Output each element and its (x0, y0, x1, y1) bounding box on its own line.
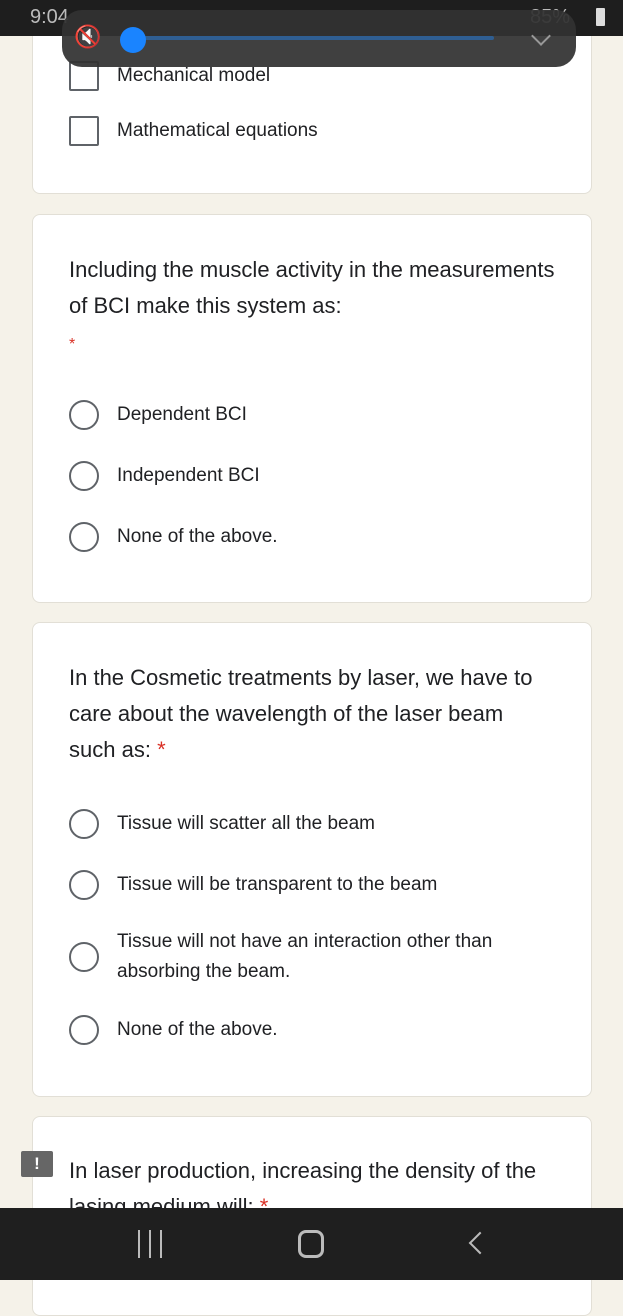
radio-option[interactable]: Tissue will scatter all the beam (69, 809, 375, 839)
radio-button[interactable] (69, 1015, 99, 1045)
radio-option[interactable]: Tissue will not have an interaction othe… (69, 927, 529, 987)
radio-button[interactable] (69, 809, 99, 839)
recent-apps-button[interactable] (138, 1230, 162, 1258)
option-label: Mathematical equations (117, 120, 318, 141)
radio-button[interactable] (69, 522, 99, 552)
option-label: Tissue will not have an interaction othe… (117, 931, 493, 982)
volume-slider-thumb[interactable] (120, 27, 146, 53)
question-title: Including the muscle activity in the mea… (69, 252, 559, 363)
option-label: None of the above. (117, 526, 278, 547)
question-text: In the Cosmetic treatments by laser, we … (69, 665, 533, 762)
volume-slider[interactable] (124, 36, 494, 40)
option-label: None of the above. (117, 1019, 278, 1040)
radio-option[interactable]: Tissue will be transparent to the beam (69, 870, 437, 900)
option-label: Tissue will scatter all the beam (117, 813, 376, 834)
question-text: Including the muscle activity in the mea… (69, 257, 555, 318)
navigation-bar (0, 1208, 623, 1280)
radio-button[interactable] (69, 942, 99, 972)
battery-icon (596, 8, 605, 26)
radio-button[interactable] (69, 870, 99, 900)
alert-icon: ! (21, 1151, 53, 1177)
radio-button[interactable] (69, 400, 99, 430)
question-title: In the Cosmetic treatments by laser, we … (69, 660, 544, 768)
option-label: Dependent BCI (117, 404, 247, 425)
back-button[interactable] (468, 1231, 492, 1255)
required-asterisk: * (157, 737, 166, 762)
checkbox[interactable] (69, 116, 99, 146)
option-label: Independent BCI (117, 465, 260, 486)
checkbox-option[interactable]: Mathematical equations (69, 116, 318, 146)
required-asterisk: * (69, 336, 76, 353)
radio-option[interactable]: None of the above. (69, 1015, 278, 1045)
radio-button[interactable] (69, 461, 99, 491)
radio-option[interactable]: Independent BCI (69, 461, 260, 491)
mute-icon[interactable]: 🔇 (74, 24, 101, 50)
chevron-down-icon[interactable] (531, 26, 551, 46)
radio-option[interactable]: Dependent BCI (69, 400, 247, 430)
volume-panel: 🔇 (62, 10, 576, 67)
option-label: Tissue will be transparent to the beam (117, 874, 438, 895)
home-button[interactable] (298, 1230, 324, 1258)
radio-option[interactable]: None of the above. (69, 522, 278, 552)
